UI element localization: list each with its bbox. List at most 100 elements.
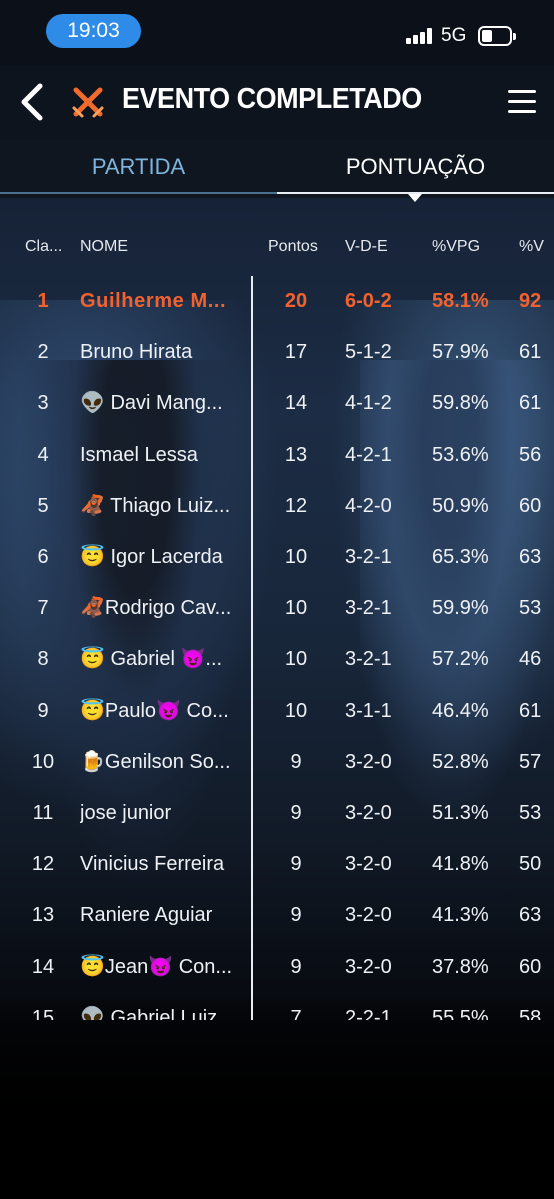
table-row[interactable]: 12 Vinicius Ferreira 9 3-2-0 41.8% 50	[0, 839, 554, 890]
row-rank: 3	[37, 392, 49, 415]
row-player-name: Ismael Lessa	[80, 443, 198, 466]
column-header-vpg[interactable]: %VPG	[432, 238, 480, 256]
column-header-points[interactable]: Pontos	[268, 238, 318, 256]
row-player-name: 🍺Genilson So...	[80, 750, 231, 773]
row-rank: 12	[31, 853, 55, 876]
row-vpg: 53.6%	[432, 443, 489, 466]
row-rank: 10	[31, 750, 55, 773]
column-header-v2[interactable]: %V	[519, 238, 544, 256]
column-header-rank[interactable]: Cla...	[25, 238, 62, 256]
row-v2: 92	[519, 290, 542, 312]
table-row[interactable]: 6 😇 Igor Lacerda 10 3-2-1 65.3% 63	[0, 532, 554, 583]
table-row[interactable]: 2 Bruno Hirata 17 5-1-2 57.9% 61	[0, 327, 554, 378]
row-player-name: 😇 Gabriel 😈...	[80, 648, 223, 671]
table-row[interactable]: 10 🍺Genilson So... 9 3-2-0 52.8% 57	[0, 737, 554, 788]
row-vpg: 41.3%	[432, 904, 489, 927]
row-player-name: 🦧Rodrigo Cav...	[80, 597, 232, 620]
row-points: 10	[284, 597, 308, 620]
table-row[interactable]: 5 🦧 Thiago Luiz... 12 4-2-0 50.9% 60	[0, 481, 554, 532]
table-row[interactable]: 8 😇 Gabriel 😈... 10 3-2-1 57.2% 46	[0, 634, 554, 685]
table-row[interactable]: 3 👽 Davi Mang... 14 4-1-2 59.8% 61	[0, 378, 554, 429]
row-v2: 53	[519, 597, 542, 620]
row-vde: 4-1-2	[345, 392, 392, 415]
signal-icon	[406, 28, 434, 44]
tab-partida[interactable]: PARTIDA	[0, 140, 277, 194]
row-points: 13	[284, 443, 308, 466]
row-vde: 2-2-1	[345, 1006, 392, 1020]
crossed-swords-icon	[72, 87, 104, 118]
row-points: 14	[284, 392, 308, 415]
row-vde: 3-2-0	[345, 904, 392, 927]
table-row[interactable]: 9 😇Paulo😈 Co... 10 3-1-1 46.4% 61	[0, 686, 554, 737]
row-vpg: 57.9%	[432, 341, 489, 364]
row-v2: 61	[519, 699, 542, 722]
row-points: 9	[290, 802, 302, 824]
row-vde: 4-2-1	[345, 443, 392, 466]
app-header: EVENTO COMPLETADO	[0, 66, 554, 140]
row-player-name: 😇Paulo😈 Co...	[80, 699, 229, 722]
table-row[interactable]: 15 👽 Gabriel Luiz 7 2-2-1 55.5% 58	[0, 993, 554, 1020]
column-header-name[interactable]: NOME	[80, 238, 128, 256]
row-player-name: 😇 Igor Lacerda	[80, 546, 223, 568]
row-vde: 3-2-1	[345, 546, 392, 568]
tab-underline-inactive	[0, 192, 277, 194]
row-rank: 4	[37, 443, 49, 466]
row-vde: 3-2-0	[345, 802, 392, 824]
row-vpg: 37.8%	[432, 955, 489, 978]
table-row[interactable]: 1 Guilherme M... 20 6-0-2 58.1% 92	[0, 276, 554, 327]
row-points: 20	[284, 290, 308, 312]
table-row[interactable]: 11 jose junior 9 3-2-0 51.3% 53	[0, 788, 554, 839]
table-row[interactable]: 14 😇Jean😈 Con... 9 3-2-0 37.8% 60	[0, 942, 554, 993]
row-rank: 7	[37, 597, 49, 620]
row-rank: 15	[31, 1006, 55, 1020]
row-player-name: 🦧 Thiago Luiz...	[80, 494, 231, 517]
hamburger-menu-icon[interactable]	[508, 90, 536, 114]
row-vpg: 55.5%	[432, 1006, 489, 1020]
row-player-name: Raniere Aguiar	[80, 904, 213, 927]
row-vpg: 41.8%	[432, 853, 489, 876]
row-points: 10	[284, 546, 308, 568]
row-points: 9	[290, 955, 302, 978]
row-v2: 57	[519, 750, 542, 773]
row-points: 9	[290, 750, 302, 773]
row-vde: 3-2-0	[345, 853, 392, 876]
row-rank: 5	[37, 494, 49, 517]
row-v2: 56	[519, 443, 542, 466]
row-vpg: 65.3%	[432, 546, 489, 568]
row-points: 9	[290, 904, 302, 927]
tab-pontuacao[interactable]: PONTUAÇÃO	[277, 140, 554, 194]
row-vpg: 51.3%	[432, 802, 489, 824]
row-vpg: 46.4%	[432, 699, 489, 722]
row-vde: 4-2-0	[345, 494, 392, 517]
row-player-name: 👽 Gabriel Luiz	[80, 1006, 218, 1020]
row-v2: 58	[519, 1006, 542, 1020]
row-v2: 50	[519, 853, 542, 876]
page-title: EVENTO COMPLETADO	[122, 83, 422, 115]
row-rank: 8	[37, 648, 49, 671]
tab-bar: PARTIDA PONTUAÇÃO	[0, 140, 554, 202]
standings-table: Cla... NOME Pontos V-D-E %VPG %V 1 Guilhe…	[0, 198, 554, 1020]
column-header-vde[interactable]: V-D-E	[345, 238, 388, 256]
status-bar: 19:03 5G	[0, 0, 554, 66]
row-player-name: jose junior	[80, 802, 172, 824]
row-rank: 13	[31, 904, 55, 927]
row-v2: 63	[519, 546, 542, 568]
row-player-name: Vinicius Ferreira	[80, 853, 225, 876]
row-rank: 11	[32, 802, 54, 824]
row-vde: 3-2-1	[345, 648, 392, 671]
table-row[interactable]: 13 Raniere Aguiar 9 3-2-0 41.3% 63	[0, 890, 554, 941]
row-v2: 60	[519, 955, 542, 978]
row-rank: 9	[37, 699, 49, 722]
row-points: 10	[284, 648, 308, 671]
back-chevron-icon[interactable]	[14, 80, 54, 124]
status-time: 19:03	[46, 14, 141, 48]
table-row[interactable]: 4 Ismael Lessa 13 4-2-1 53.6% 56	[0, 430, 554, 481]
row-vpg: 57.2%	[432, 648, 489, 671]
row-v2: 61	[519, 392, 542, 415]
row-v2: 61	[519, 341, 542, 364]
table-row[interactable]: 7 🦧Rodrigo Cav... 10 3-2-1 59.9% 53	[0, 583, 554, 634]
row-points: 17	[284, 341, 308, 364]
network-label: 5G	[441, 25, 467, 46]
row-rank: 14	[31, 955, 55, 978]
row-vpg: 59.8%	[432, 392, 489, 415]
